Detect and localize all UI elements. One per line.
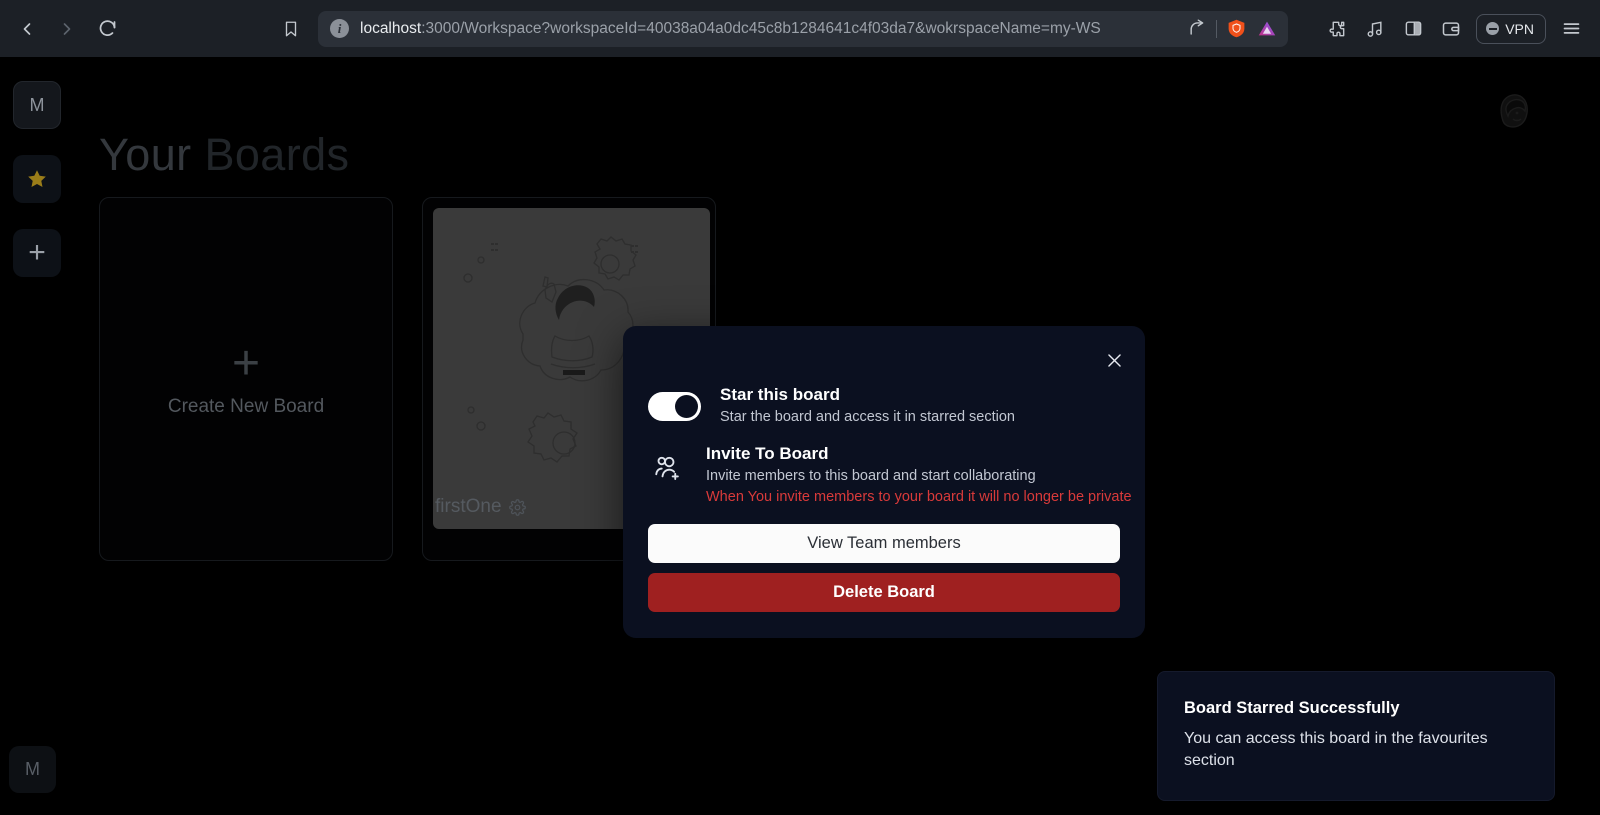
browser-toolbar: i localhost:3000/Workspace?workspaceId=4… [0, 0, 1600, 57]
vpn-label: VPN [1505, 20, 1534, 37]
add-person-icon [653, 452, 687, 487]
browser-actions: VPN [1320, 12, 1588, 46]
vpn-button[interactable]: VPN [1476, 13, 1546, 44]
page-title: Your Boards [99, 129, 349, 181]
sidebar-item-add-workspace[interactable]: + [13, 229, 61, 277]
app-root: M + M Your Boards + Create New Board fir… [0, 57, 1600, 815]
star-board-row[interactable]: Star this board Star the board and acces… [648, 385, 1015, 428]
star-board-toggle[interactable] [648, 391, 701, 421]
page-title-strong: Your [99, 129, 192, 180]
sidebar-panel-icon[interactable] [1396, 12, 1430, 46]
workspace-rail: M + [13, 81, 61, 303]
extensions-icon[interactable] [1320, 12, 1354, 46]
page-title-muted: Boards [204, 129, 350, 180]
invite-board-warning: When You invite members to your board it… [706, 488, 1132, 505]
navigation-buttons [10, 12, 124, 46]
star-board-subtitle: Star the board and access it in starred … [720, 409, 1015, 425]
avatar[interactable]: M [9, 746, 56, 793]
url-host: localhost [360, 19, 422, 37]
brave-shields-icon[interactable] [1226, 18, 1247, 39]
toast-message: You can access this board in the favouri… [1184, 730, 1488, 769]
site-info-icon[interactable]: i [330, 19, 349, 38]
star-board-text: Star this board Star the board and acces… [720, 385, 1015, 428]
back-button[interactable] [10, 12, 44, 46]
hero-avatar-illustration [1481, 79, 1545, 143]
create-new-board-label: Create New Board [167, 396, 325, 417]
share-icon[interactable] [1188, 19, 1207, 38]
main-content: Your Boards + Create New Board firstOne … [99, 57, 1600, 815]
reload-button[interactable] [90, 12, 124, 46]
forward-button[interactable] [50, 12, 84, 46]
board-meta: firstOne [435, 496, 526, 518]
board-options-modal: Star this board Star the board and acces… [623, 326, 1145, 638]
star-board-title: Star this board [720, 385, 840, 404]
toast-title: Board Starred Successfully [1184, 699, 1400, 717]
create-new-board-card[interactable]: + Create New Board [99, 197, 393, 561]
address-bar[interactable]: i localhost:3000/Workspace?workspaceId=4… [318, 10, 1288, 47]
delete-board-button[interactable]: Delete Board [648, 573, 1120, 612]
plus-icon: + [231, 337, 261, 390]
close-icon[interactable] [1102, 348, 1126, 372]
sidebar-item-starred[interactable] [13, 155, 61, 203]
music-icon[interactable] [1358, 12, 1392, 46]
avatar-initial: M [25, 759, 40, 779]
invite-board-title: Invite To Board [706, 444, 829, 463]
invite-board-subtitle: Invite members to this board and start c… [706, 468, 1036, 484]
invite-board-row[interactable]: Invite To Board Invite members to this b… [648, 444, 1132, 507]
menu-icon[interactable] [1554, 12, 1588, 46]
board-name: firstOne [435, 496, 502, 517]
workspace-initial: M [29, 94, 45, 115]
wallet-icon[interactable] [1434, 12, 1468, 46]
omnibox-actions [1188, 18, 1278, 40]
sidebar-item-workspace[interactable]: M [13, 81, 61, 129]
star-icon [25, 167, 49, 191]
omnibox-divider [1216, 19, 1217, 38]
view-team-members-button[interactable]: View Team members [648, 524, 1120, 563]
vpn-status-icon [1486, 22, 1500, 35]
add-workspace-label: + [28, 236, 46, 269]
url-text: localhost:3000/Workspace?workspaceId=400… [360, 20, 1188, 38]
gear-icon[interactable] [508, 498, 526, 516]
extension-triangle-icon[interactable] [1256, 18, 1278, 40]
toggle-knob [675, 394, 698, 418]
bookmark-icon[interactable] [274, 12, 308, 46]
url-path: :3000/Workspace?workspaceId=40038a04a0dc… [421, 19, 1101, 37]
toast-notification: Board Starred Successfully You can acces… [1157, 671, 1555, 801]
invite-board-text: Invite To Board Invite members to this b… [706, 444, 1132, 507]
